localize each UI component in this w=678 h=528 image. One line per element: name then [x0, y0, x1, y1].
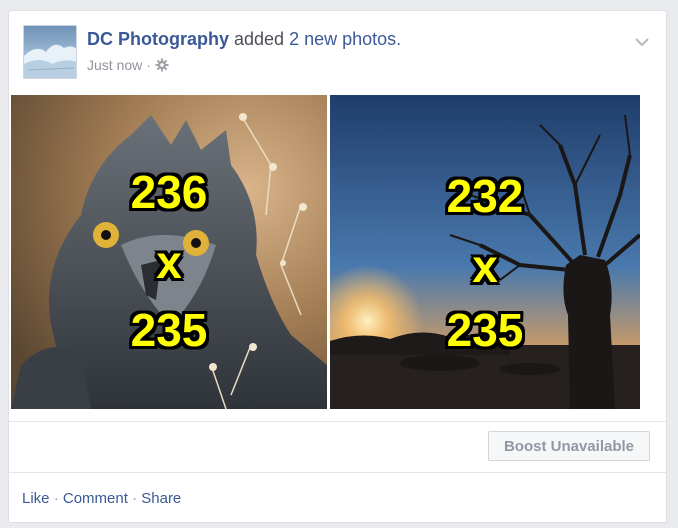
boost-button[interactable]: Boost Unavailable	[488, 431, 650, 461]
meta-separator: ·	[146, 57, 151, 73]
action-separator: ·	[53, 490, 59, 507]
page-name-link[interactable]: DC Photography	[87, 29, 229, 49]
chevron-down-icon[interactable]	[634, 35, 650, 47]
photo-baobab-sunset[interactable]: 232 x 235	[330, 95, 640, 409]
divider	[9, 421, 666, 422]
photo-count-link[interactable]: 2 new photos.	[289, 29, 401, 49]
comment-link[interactable]: Comment	[63, 490, 128, 507]
dimension-width: 236	[130, 166, 208, 218]
photo-eagle[interactable]: 236 x 235	[11, 95, 327, 409]
like-link[interactable]: Like	[22, 490, 50, 507]
dimension-x: x	[472, 240, 498, 292]
action-text: added	[234, 29, 285, 49]
post-header: DC Photography added 2 new photos. Just …	[23, 25, 656, 81]
post-meta: Just now ·	[87, 57, 169, 73]
action-separator: ·	[132, 490, 138, 507]
timestamp[interactable]: Just now	[87, 57, 142, 73]
gear-icon[interactable]	[155, 58, 169, 72]
post-title: DC Photography added 2 new photos.	[87, 29, 401, 50]
divider	[9, 472, 666, 473]
dimension-overlay: 232 x 235	[330, 95, 640, 409]
dimension-height: 235	[446, 304, 524, 356]
share-link[interactable]: Share	[141, 490, 181, 507]
post-card: DC Photography added 2 new photos. Just …	[8, 10, 667, 523]
dimension-overlay: 236 x 235	[11, 95, 327, 409]
photo-grid: 236 x 235 232 x 235	[11, 95, 641, 409]
post-actions: Like · Comment · Share	[22, 490, 181, 507]
page-avatar[interactable]	[23, 25, 77, 79]
dimension-x: x	[156, 236, 182, 288]
dimension-width: 232	[446, 170, 524, 222]
dimension-height: 235	[130, 304, 208, 356]
